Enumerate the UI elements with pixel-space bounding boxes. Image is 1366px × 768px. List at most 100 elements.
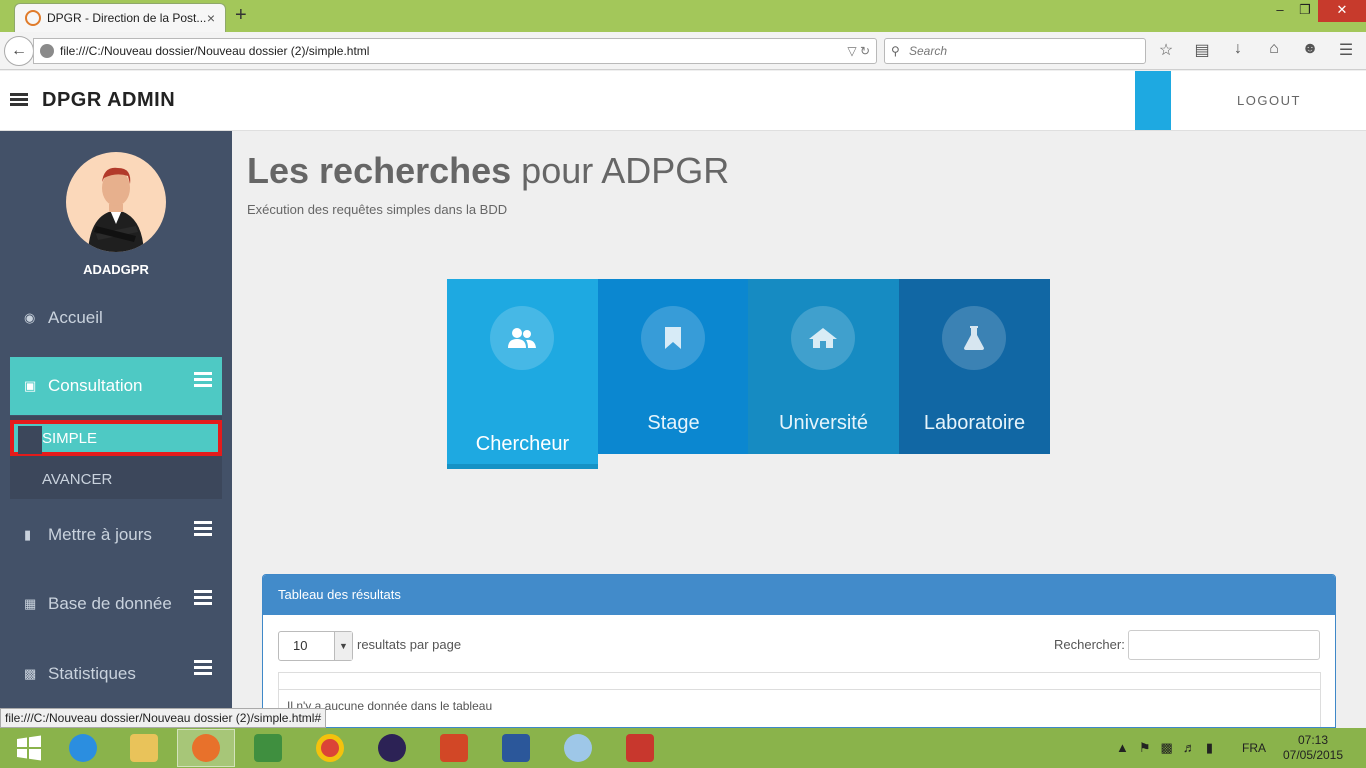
users-icon	[490, 306, 554, 370]
taskbar-paint[interactable]	[549, 729, 607, 767]
back-button[interactable]: ←	[4, 36, 34, 66]
new-tab-button[interactable]: +	[235, 4, 247, 27]
sidebar: ADADGPR ◉ Accueil ▣ Consultation SIMPLE …	[0, 131, 232, 728]
tile-label: Laboratoire	[923, 412, 1026, 434]
menu-lines-icon	[194, 521, 212, 539]
tile-stage[interactable]: Stage	[598, 279, 749, 454]
page-title-bold: Les recherches	[247, 150, 512, 191]
tile-universite[interactable]: Université	[748, 279, 899, 454]
paint-icon	[564, 734, 592, 762]
sidebar-item-mettre-a-jours[interactable]: ▮ Mettre à jours	[10, 506, 222, 564]
sidebar-item-label: Statistiques	[48, 664, 136, 683]
taskbar-clock[interactable]: 07:13 07/05/2015	[1280, 733, 1346, 763]
url-bar[interactable]: file:///C:/Nouveau dossier/Nouveau dossi…	[33, 38, 877, 64]
bookmark-star-icon[interactable]: ☆	[1156, 40, 1176, 60]
consultation-submenu: SIMPLE AVANCER	[10, 416, 222, 499]
folder-icon	[130, 734, 158, 762]
network-icon[interactable]: ▩	[1161, 740, 1173, 756]
tile-chercheur[interactable]: Chercheur	[447, 279, 598, 469]
favicon-icon	[25, 10, 41, 26]
tray-chevron-icon[interactable]: ▲	[1116, 740, 1129, 756]
eclipse-icon	[378, 734, 406, 762]
tile-laboratoire[interactable]: Laboratoire	[899, 279, 1050, 454]
tab-close-icon[interactable]: ×	[207, 10, 215, 26]
tile-label: Chercheur	[475, 433, 570, 455]
submenu-item-label: SIMPLE	[42, 430, 98, 447]
volume-icon[interactable]: ♬	[1183, 740, 1196, 756]
language-indicator[interactable]: FRA	[1242, 741, 1266, 755]
sidebar-item-statistiques[interactable]: ▩ Statistiques	[10, 645, 222, 703]
browser-tab[interactable]: DPGR - Direction de la Post... ×	[14, 3, 226, 32]
search-icon: ⚲	[891, 44, 900, 58]
menu-icon[interactable]: ☰	[1336, 40, 1356, 60]
sidebar-item-label: Base de donnée	[48, 594, 172, 613]
hamburger-icon[interactable]	[10, 93, 28, 107]
url-text: file:///C:/Nouveau dossier/Nouveau dossi…	[60, 44, 370, 58]
results-panel-title: Tableau des résultats	[263, 575, 1335, 615]
grid-icon: ▦	[24, 596, 37, 611]
toolbar-icons: ☆ ▤ ↓ ⌂ ☻ ☰	[1156, 40, 1356, 60]
reload-icon[interactable]: ▽ ↻	[847, 39, 870, 63]
monitor-icon: ▣	[24, 378, 37, 393]
action-center-icon[interactable]: ⚑	[1139, 740, 1151, 756]
table-search-label: Rechercher:	[1054, 637, 1125, 652]
power-icon[interactable]: ▮	[1206, 740, 1213, 756]
taskbar-eclipse[interactable]	[363, 729, 421, 767]
menu-lines-icon	[194, 590, 212, 608]
sidebar-item-accueil[interactable]: ◉ Accueil	[10, 289, 222, 347]
chart-icon: ▩	[24, 666, 37, 681]
empty-table-message: Il n'y a aucune donnée dans le tableau	[287, 699, 493, 713]
system-tray: ▲ ⚑ ▩ ♬ ▮	[1116, 740, 1213, 756]
table-header-row	[279, 673, 1320, 690]
start-button[interactable]	[0, 729, 58, 767]
tile-label: Stage	[647, 412, 700, 434]
taskbar-project[interactable]	[239, 729, 297, 767]
submenu-item-avancer[interactable]: AVANCER	[42, 471, 112, 488]
results-table: Il n'y a aucune donnée dans le tableau	[278, 672, 1321, 727]
project-icon	[254, 734, 282, 762]
windows-logo-icon	[17, 735, 41, 761]
chevron-down-icon: ▼	[334, 632, 352, 660]
sidebar-item-consultation[interactable]: ▣ Consultation	[10, 357, 222, 415]
browser-search-input[interactable]: ⚲ Search	[884, 38, 1146, 64]
logout-button[interactable]: LOGOUT	[1172, 71, 1366, 130]
taskbar-app[interactable]	[611, 729, 669, 767]
taskbar-chrome[interactable]	[301, 729, 359, 767]
submenu-item-simple[interactable]: SIMPLE	[10, 420, 222, 456]
search-placeholder: Search	[909, 44, 948, 58]
sidebar-item-base-de-donnee[interactable]: ▦ Base de donnée	[10, 575, 222, 633]
minimize-button[interactable]: –	[1268, 0, 1292, 22]
home-icon	[791, 306, 855, 370]
windows-taskbar: ▲ ⚑ ▩ ♬ ▮ FRA 07:13 07/05/2015	[0, 728, 1366, 768]
word-icon	[502, 734, 530, 762]
close-window-button[interactable]: ✕	[1318, 0, 1366, 22]
taskbar-ie[interactable]	[54, 729, 112, 767]
browser-tab-bar: DPGR - Direction de la Post... × + – ❐ ✕	[0, 0, 1366, 32]
results-panel: Tableau des résultats 10 ▼ resultats par…	[262, 574, 1336, 728]
taskbar-powerpoint[interactable]	[425, 729, 483, 767]
bookmark-icon	[641, 306, 705, 370]
powerpoint-icon	[440, 734, 468, 762]
app-header: DPGR ADMIN LOGOUT	[0, 71, 1366, 131]
page-title-rest: pour ADPGR	[511, 150, 730, 191]
submenu-marker	[18, 426, 42, 454]
clock-date: 07/05/2015	[1282, 748, 1344, 762]
firefox-icon	[192, 734, 220, 762]
chrome-icon	[316, 734, 344, 762]
sidebar-item-label: Mettre à jours	[48, 525, 152, 544]
browser-nav-bar: ← file:///C:/Nouveau dossier/Nouveau dos…	[0, 32, 1366, 70]
table-search-input[interactable]	[1128, 630, 1320, 660]
download-icon[interactable]: ↓	[1228, 40, 1248, 60]
maximize-button[interactable]: ❐	[1293, 0, 1317, 22]
tile-label: Université	[779, 412, 868, 434]
reading-list-icon[interactable]: ▤	[1192, 40, 1212, 60]
clock-time: 07:13	[1297, 733, 1329, 747]
page-size-select[interactable]: 10 ▼	[278, 631, 353, 661]
page-subtitle: Exécution des requêtes simples dans la B…	[247, 202, 508, 217]
smiley-icon[interactable]: ☻	[1300, 40, 1320, 60]
home-icon[interactable]: ⌂	[1264, 40, 1284, 60]
taskbar-explorer[interactable]	[115, 729, 173, 767]
taskbar-word[interactable]	[487, 729, 545, 767]
globe-icon	[40, 44, 54, 58]
taskbar-firefox[interactable]	[177, 729, 235, 767]
